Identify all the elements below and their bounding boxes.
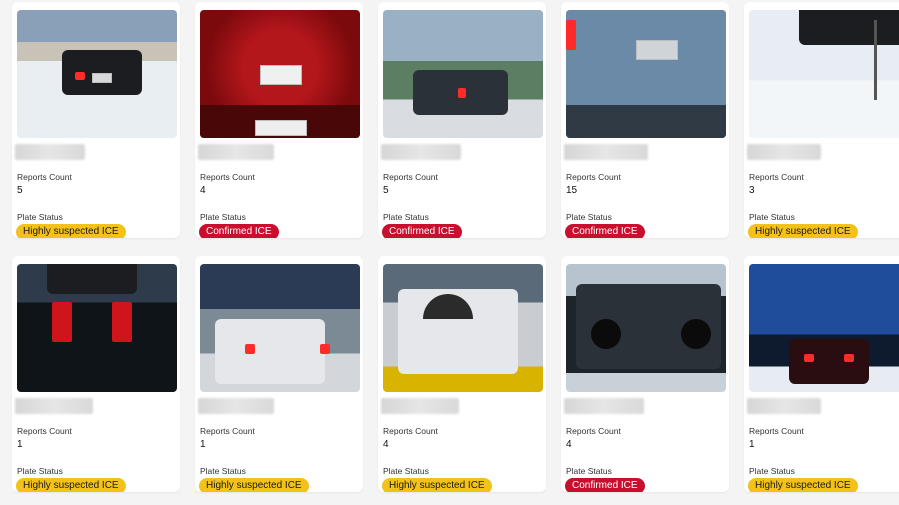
license-plate-redacted bbox=[381, 398, 459, 414]
report-card[interactable]: Reports Count 5 Plate Status Highly susp… bbox=[12, 2, 180, 238]
plate-status-label: Plate Status bbox=[749, 212, 795, 222]
license-plate-redacted bbox=[747, 144, 821, 160]
plate-status-label: Plate Status bbox=[566, 212, 612, 222]
plate-status-badge: Confirmed ICE bbox=[382, 224, 462, 238]
plate-status-badge: Highly suspected ICE bbox=[382, 478, 492, 492]
plate-status-badge: Highly suspected ICE bbox=[16, 478, 126, 492]
plate-status-label: Plate Status bbox=[749, 466, 795, 476]
license-plate-redacted bbox=[15, 398, 93, 414]
plate-status-label: Plate Status bbox=[17, 466, 63, 476]
vehicle-report-grid: Reports Count 5 Plate Status Highly susp… bbox=[0, 0, 899, 505]
reports-count-label: Reports Count bbox=[749, 172, 804, 182]
reports-count-value: 1 bbox=[749, 439, 755, 450]
reports-count-value: 15 bbox=[566, 185, 578, 196]
vehicle-photo[interactable] bbox=[749, 10, 899, 138]
vehicle-photo[interactable] bbox=[383, 10, 543, 138]
report-card[interactable]: Reports Count 4 Plate Status Highly susp… bbox=[378, 256, 546, 492]
plate-status-badge: Highly suspected ICE bbox=[748, 478, 858, 492]
reports-count-value: 1 bbox=[200, 439, 206, 450]
plate-status-badge: Highly suspected ICE bbox=[199, 478, 309, 492]
plate-status-label: Plate Status bbox=[17, 212, 63, 222]
license-plate-redacted bbox=[564, 398, 644, 414]
plate-status-label: Plate Status bbox=[200, 212, 246, 222]
vehicle-photo[interactable] bbox=[749, 264, 899, 392]
vehicle-photo[interactable] bbox=[17, 264, 177, 392]
reports-count-label: Reports Count bbox=[200, 426, 255, 436]
report-card[interactable]: Reports Count 4 Plate Status Confirmed I… bbox=[195, 2, 363, 238]
reports-count-value: 1 bbox=[17, 439, 23, 450]
license-plate-redacted bbox=[564, 144, 648, 160]
plate-status-label: Plate Status bbox=[566, 466, 612, 476]
plate-status-badge: Highly suspected ICE bbox=[748, 224, 858, 238]
report-card[interactable]: Reports Count 4 Plate Status Confirmed I… bbox=[561, 256, 729, 492]
vehicle-photo[interactable] bbox=[566, 264, 726, 392]
report-card[interactable]: Reports Count 1 Plate Status Highly susp… bbox=[195, 256, 363, 492]
reports-count-label: Reports Count bbox=[383, 172, 438, 182]
vehicle-photo[interactable] bbox=[383, 264, 543, 392]
license-plate-redacted bbox=[15, 144, 85, 160]
license-plate-redacted bbox=[747, 398, 821, 414]
vehicle-photo[interactable] bbox=[200, 264, 360, 392]
report-card[interactable]: Reports Count 1 Plate Status Highly susp… bbox=[744, 256, 899, 492]
reports-count-value: 4 bbox=[566, 439, 572, 450]
license-plate-redacted bbox=[198, 398, 274, 414]
plate-status-badge: Confirmed ICE bbox=[565, 478, 645, 492]
license-plate-redacted bbox=[381, 144, 461, 160]
plate-status-label: Plate Status bbox=[200, 466, 246, 476]
vehicle-photo[interactable] bbox=[566, 10, 726, 138]
reports-count-label: Reports Count bbox=[17, 426, 72, 436]
reports-count-value: 3 bbox=[749, 185, 755, 196]
reports-count-value: 5 bbox=[383, 185, 389, 196]
report-card[interactable]: Reports Count 1 Plate Status Highly susp… bbox=[12, 256, 180, 492]
report-card[interactable]: Reports Count 3 Plate Status Highly susp… bbox=[744, 2, 899, 238]
reports-count-value: 4 bbox=[383, 439, 389, 450]
reports-count-label: Reports Count bbox=[749, 426, 804, 436]
vehicle-photo[interactable] bbox=[200, 10, 360, 138]
plate-status-badge: Highly suspected ICE bbox=[16, 224, 126, 238]
plate-status-label: Plate Status bbox=[383, 212, 429, 222]
plate-status-badge: Confirmed ICE bbox=[199, 224, 279, 238]
reports-count-value: 5 bbox=[17, 185, 23, 196]
license-plate-redacted bbox=[198, 144, 274, 160]
report-card[interactable]: Reports Count 15 Plate Status Confirmed … bbox=[561, 2, 729, 238]
reports-count-label: Reports Count bbox=[200, 172, 255, 182]
reports-count-label: Reports Count bbox=[566, 426, 621, 436]
reports-count-label: Reports Count bbox=[383, 426, 438, 436]
report-card[interactable]: Reports Count 5 Plate Status Confirmed I… bbox=[378, 2, 546, 238]
reports-count-label: Reports Count bbox=[17, 172, 72, 182]
reports-count-value: 4 bbox=[200, 185, 206, 196]
plate-status-label: Plate Status bbox=[383, 466, 429, 476]
vehicle-photo[interactable] bbox=[17, 10, 177, 138]
reports-count-label: Reports Count bbox=[566, 172, 621, 182]
plate-status-badge: Confirmed ICE bbox=[565, 224, 645, 238]
